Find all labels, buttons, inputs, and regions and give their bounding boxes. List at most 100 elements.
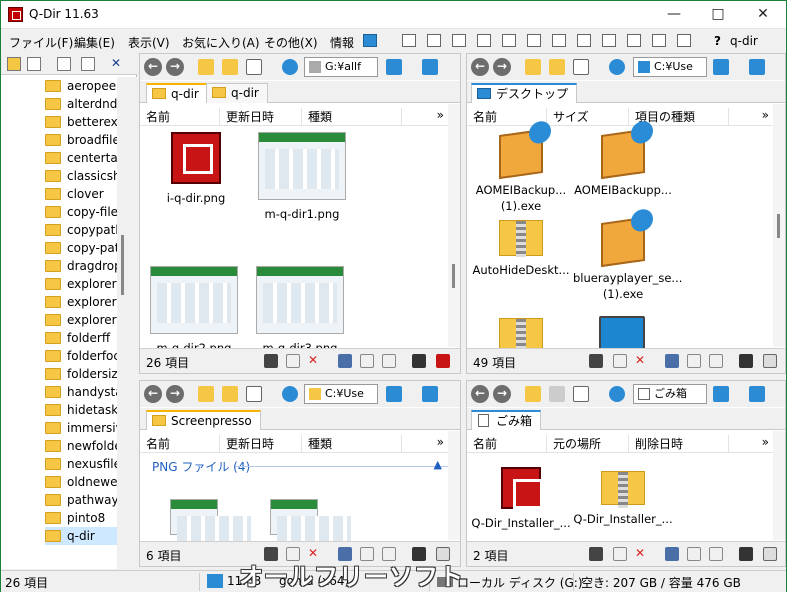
layout-2v-icon[interactable]	[452, 34, 466, 47]
col-modified[interactable]: 更新日時	[220, 108, 302, 126]
tree-item[interactable]: foldersize	[45, 365, 117, 383]
new-folder-icon[interactable]	[549, 59, 565, 75]
tree-item[interactable]: folderff	[45, 329, 117, 347]
tree-item[interactable]: folderfoc	[45, 347, 117, 365]
refresh-icon[interactable]	[609, 386, 625, 402]
file-item[interactable]: m-q-dir1.png	[252, 132, 352, 222]
layout-3e-icon[interactable]	[577, 34, 591, 47]
menu-view[interactable]: 表示(V)	[128, 34, 170, 51]
tab-recycle-bin[interactable]: ごみ箱	[471, 410, 542, 430]
new-folder-icon[interactable]	[549, 386, 565, 402]
pane-monitor-icon[interactable]	[386, 59, 402, 75]
new-folder-icon[interactable]	[222, 59, 238, 75]
layout-3d-icon[interactable]	[552, 34, 566, 47]
layout-icon[interactable]	[363, 34, 377, 47]
layout-2h-icon[interactable]	[477, 34, 491, 47]
lightning-icon[interactable]	[589, 547, 603, 561]
pane-monitor-icon[interactable]	[713, 59, 729, 75]
thumbnail-item[interactable]	[270, 499, 351, 556]
back-icon[interactable]: ←	[471, 58, 489, 76]
layout-4b-icon[interactable]	[627, 34, 641, 47]
cut-icon[interactable]	[338, 354, 352, 368]
tree-find-icon[interactable]	[81, 57, 95, 71]
tree-item[interactable]: centertas	[45, 149, 117, 167]
help-link[interactable]: q-dir	[730, 34, 758, 48]
more-columns-icon[interactable]: »	[762, 108, 769, 122]
pen-icon[interactable]	[739, 547, 753, 561]
view-icon[interactable]	[246, 59, 262, 75]
pane-monitor-icon[interactable]	[713, 386, 729, 402]
menu-extras[interactable]: その他(X)	[264, 34, 318, 51]
help-icon[interactable]: ?	[714, 34, 721, 48]
tab-desktop[interactable]: デスクトップ	[471, 83, 578, 103]
tree-item[interactable]: broadfile	[45, 131, 117, 149]
more-columns-icon[interactable]: »	[437, 108, 444, 122]
up-folder-icon[interactable]	[198, 59, 214, 75]
tree-grid-icon[interactable]	[27, 57, 41, 71]
tab-screenpresso[interactable]: Screenpresso	[146, 410, 261, 430]
col-size[interactable]: サイズ	[547, 108, 629, 126]
file-item[interactable]: m-q-dir3.png	[250, 266, 350, 356]
tree-item[interactable]: hidetaskb	[45, 401, 117, 419]
tree-item[interactable]: alterdnd	[45, 95, 117, 113]
pane-monitor-icon[interactable]	[386, 386, 402, 402]
col-name[interactable]: 名前	[467, 435, 547, 453]
address-bar[interactable]: G:¥allf	[304, 57, 378, 77]
up-folder-icon[interactable]	[525, 59, 541, 75]
file-item[interactable]: bluerayplayer_se... (1).exe	[573, 216, 682, 302]
rename-icon[interactable]	[613, 547, 627, 561]
rename-icon[interactable]	[613, 354, 627, 368]
col-deleted-date[interactable]: 削除日時	[629, 435, 729, 453]
up-folder-icon[interactable]	[198, 386, 214, 402]
layout-4-icon[interactable]	[402, 34, 416, 47]
copy-icon[interactable]	[687, 354, 701, 368]
tree-item[interactable]: handysta	[45, 383, 117, 401]
maximize-button[interactable]: □	[696, 1, 740, 29]
menu-edit[interactable]: 編集(E)	[74, 34, 115, 51]
tree-item[interactable]: immersiv	[45, 419, 117, 437]
tree-new-icon[interactable]	[57, 57, 71, 71]
layout-3b-icon[interactable]	[502, 34, 516, 47]
file-item[interactable]: i-q-dir.png	[146, 132, 246, 206]
thumbnail-item[interactable]	[170, 499, 251, 556]
pane-monitor2-icon[interactable]	[749, 59, 765, 75]
back-icon[interactable]: ←	[144, 385, 162, 403]
tree-scrollbar[interactable]	[117, 77, 137, 569]
layout-1-icon[interactable]	[602, 34, 616, 47]
options-icon[interactable]	[763, 547, 777, 561]
delete-icon[interactable]: ✕	[635, 547, 649, 561]
col-original-location[interactable]: 元の場所	[547, 435, 629, 453]
file-item[interactable]: m-q-dir2.png	[144, 266, 244, 356]
menu-file[interactable]: ファイル(F)	[9, 34, 73, 51]
cut-icon[interactable]	[665, 354, 679, 368]
layout-3c-icon[interactable]	[527, 34, 541, 47]
col-modified[interactable]: 更新日時	[220, 435, 302, 453]
tree-item[interactable]: pinto8	[45, 509, 117, 527]
tree-scroll-thumb[interactable]	[121, 235, 124, 295]
refresh-icon[interactable]	[282, 59, 298, 75]
view-icon[interactable]	[573, 59, 589, 75]
pen-icon[interactable]	[739, 354, 753, 368]
tree-item[interactable]: copypath	[45, 221, 117, 239]
file-item[interactable]: Q-Dir_Installer_...	[573, 467, 673, 527]
forward-icon[interactable]: →	[493, 58, 511, 76]
tree-item[interactable]: betterexp	[45, 113, 117, 131]
tree-item[interactable]: pathway	[45, 491, 117, 509]
monitor-app-icon[interactable]	[599, 316, 645, 352]
rename-icon[interactable]	[286, 354, 300, 368]
tree-item[interactable]: newfolde	[45, 437, 117, 455]
close-button[interactable]: ✕	[741, 1, 785, 29]
cut-icon[interactable]	[665, 547, 679, 561]
scroll-thumb[interactable]	[452, 264, 455, 288]
paste-icon[interactable]	[382, 354, 396, 368]
pane-scrollbar[interactable]	[448, 104, 460, 347]
options-icon[interactable]	[763, 354, 777, 368]
tab-q-dir[interactable]: q-dir	[146, 83, 208, 103]
forward-icon[interactable]: →	[166, 58, 184, 76]
forward-icon[interactable]: →	[493, 385, 511, 403]
back-icon[interactable]: ←	[144, 58, 162, 76]
layout-4c-icon[interactable]	[652, 34, 666, 47]
delete-icon[interactable]: ✕	[635, 354, 649, 368]
tree-item[interactable]: oldnewex	[45, 473, 117, 491]
tree-item[interactable]: copy-file	[45, 203, 117, 221]
